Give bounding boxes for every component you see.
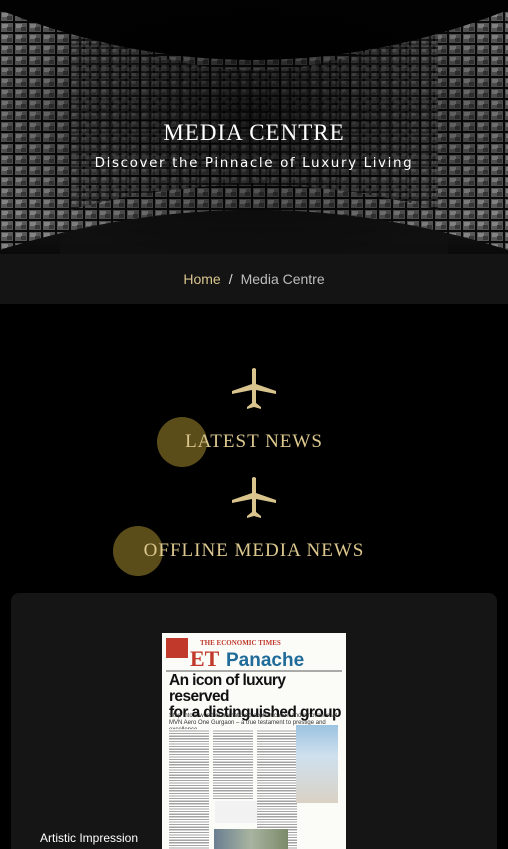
breadcrumb: Home / Media Centre (0, 254, 508, 304)
masthead-prefix: ET (190, 646, 220, 671)
newspaper-pullquote (215, 801, 257, 823)
latest-news-heading: LATEST NEWS (185, 431, 323, 452)
masthead-badge (166, 638, 188, 658)
hero-banner: MEDIA CENTRE Discover the Pinnacle of Lu… (0, 0, 508, 254)
interior-photo (214, 829, 288, 849)
airplane-icon (232, 368, 276, 409)
breadcrumb-home-link[interactable]: Home (183, 271, 220, 287)
text-column (169, 729, 209, 849)
breadcrumb-separator: / (228, 271, 233, 287)
et-panache-masthead: THE ECONOMIC TIMES ET Panache (166, 638, 342, 672)
airplane-icon (232, 477, 276, 518)
breadcrumb-current: Media Centre (240, 271, 325, 287)
text-column (213, 729, 253, 799)
tower-image (296, 725, 338, 803)
headline-line-1: An icon of luxury reserved (169, 672, 286, 705)
page-subtitle: Discover the Pinnacle of Luxury Living (94, 155, 414, 171)
masthead-brand: Panache (226, 650, 304, 671)
page-title: MEDIA CENTRE (163, 120, 345, 145)
image-caption: Artistic Impression (40, 831, 139, 845)
offline-media-news-heading: OFFLINE MEDIA NEWS (143, 540, 365, 561)
newspaper-clipping-image[interactable]: THE ECONOMIC TIMES ET Panache An icon of… (162, 633, 346, 849)
